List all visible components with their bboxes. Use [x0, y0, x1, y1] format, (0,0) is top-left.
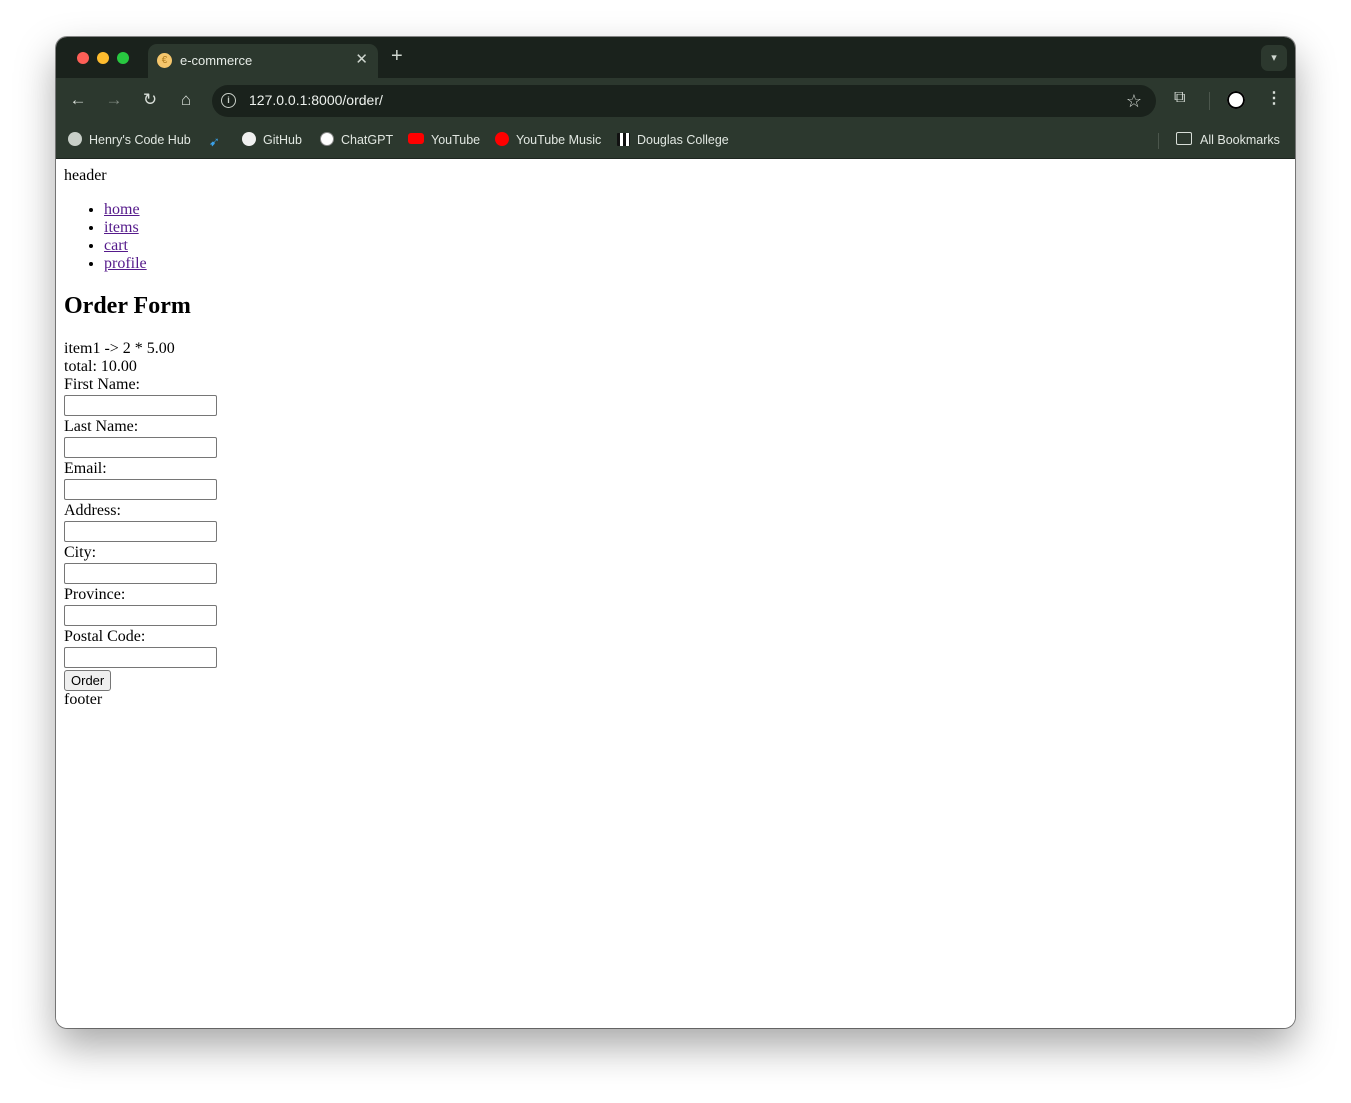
- menu-icon[interactable]: ⋮: [1266, 88, 1282, 110]
- page-viewport: header home items cart profile Order For…: [56, 159, 1295, 1028]
- url-text[interactable]: 127.0.0.1:8000/order/: [249, 92, 383, 108]
- order-total: total: 10.00: [64, 358, 137, 375]
- forward-button[interactable]: →: [103, 89, 125, 111]
- new-tab-button[interactable]: +: [391, 46, 403, 66]
- nav-list: home items cart profile: [64, 201, 217, 273]
- first-name-field[interactable]: [64, 395, 217, 416]
- bookmark-youtube-music[interactable]: YouTube Music: [495, 131, 601, 149]
- site-info-icon[interactable]: i: [221, 93, 236, 108]
- toolbar: ← → ↻ ⌂ i 127.0.0.1:8000/order/ ☆ ⧉ ⋮: [56, 78, 1295, 124]
- globe-icon: [68, 132, 82, 146]
- email-field[interactable]: [64, 479, 217, 500]
- tab-strip: € e-commerce ✕ + ▾: [56, 37, 1295, 78]
- bookmark-douglas-college[interactable]: Douglas College: [617, 131, 729, 149]
- page-footer: footer: [64, 691, 103, 708]
- postal-code-field[interactable]: [64, 647, 217, 668]
- email-label: Email:: [64, 460, 107, 477]
- bookmark-chatgpt[interactable]: ChatGPT: [320, 131, 393, 149]
- bookmark-star-icon[interactable]: ☆: [1126, 90, 1142, 112]
- nav-link-cart[interactable]: cart: [104, 237, 128, 254]
- first-name-label: First Name:: [64, 376, 140, 393]
- reload-button[interactable]: ↻: [139, 89, 161, 111]
- page-header: header: [64, 167, 107, 184]
- tab-e-commerce[interactable]: € e-commerce ✕: [148, 44, 378, 78]
- bookmarks-divider: [1158, 133, 1159, 149]
- profile-avatar[interactable]: [1227, 91, 1245, 109]
- bookmark-henrys-code-hub[interactable]: Henry's Code Hub: [68, 131, 191, 149]
- douglas-college-icon: [617, 133, 630, 146]
- order-line: item1 -> 2 * 5.00: [64, 340, 175, 357]
- province-label: Province:: [64, 586, 126, 603]
- maximize-window-button[interactable]: [117, 52, 129, 64]
- address-label: Address:: [64, 502, 121, 519]
- back-button[interactable]: ←: [67, 89, 89, 111]
- youtube-music-icon: [495, 132, 509, 146]
- nav-link-profile[interactable]: profile: [104, 255, 147, 272]
- toolbar-divider: [1209, 92, 1210, 110]
- close-window-button[interactable]: [77, 52, 89, 64]
- favicon-icon: €: [157, 53, 172, 68]
- bookmark-bird[interactable]: ➹: [209, 131, 230, 149]
- nav-item: home: [104, 201, 217, 219]
- bird-icon: ➹: [209, 134, 220, 149]
- youtube-icon: [408, 133, 424, 144]
- folder-icon: [1176, 132, 1192, 145]
- order-form: First Name: Last Name: Email: Address: C…: [64, 376, 217, 691]
- postal-code-label: Postal Code:: [64, 628, 146, 645]
- all-bookmarks-button[interactable]: All Bookmarks: [1176, 131, 1280, 149]
- tab-title: e-commerce: [180, 53, 253, 68]
- nav-item: profile: [104, 255, 217, 273]
- address-bar[interactable]: i 127.0.0.1:8000/order/ ☆: [212, 85, 1156, 117]
- order-button[interactable]: Order: [64, 670, 112, 691]
- extensions-icon[interactable]: ⧉: [1174, 89, 1192, 107]
- nav-item: cart: [104, 237, 217, 255]
- close-icon[interactable]: ✕: [355, 51, 368, 69]
- chatgpt-icon: [320, 132, 334, 146]
- page-title: Order Form: [64, 293, 191, 319]
- last-name-field[interactable]: [64, 437, 217, 458]
- province-field[interactable]: [64, 605, 217, 626]
- bookmark-github[interactable]: GitHub: [242, 131, 302, 149]
- nav-link-items[interactable]: items: [104, 219, 139, 236]
- minimize-window-button[interactable]: [97, 52, 109, 64]
- last-name-label: Last Name:: [64, 418, 139, 435]
- nav-link-home[interactable]: home: [104, 201, 140, 218]
- home-icon[interactable]: ⌂: [175, 89, 197, 111]
- city-field[interactable]: [64, 563, 217, 584]
- nav-item: items: [104, 219, 217, 237]
- city-label: City:: [64, 544, 97, 561]
- address-field[interactable]: [64, 521, 217, 542]
- github-icon: [242, 132, 256, 146]
- bookmark-youtube[interactable]: YouTube: [408, 131, 480, 149]
- bookmarks-bar: Henry's Code Hub ➹ GitHub ChatGPT YouTub…: [56, 124, 1295, 159]
- chevron-down-icon[interactable]: ▾: [1261, 45, 1287, 71]
- browser-window: € e-commerce ✕ + ▾ ← → ↻ ⌂ i 127.0.0.1:8…: [56, 37, 1295, 1028]
